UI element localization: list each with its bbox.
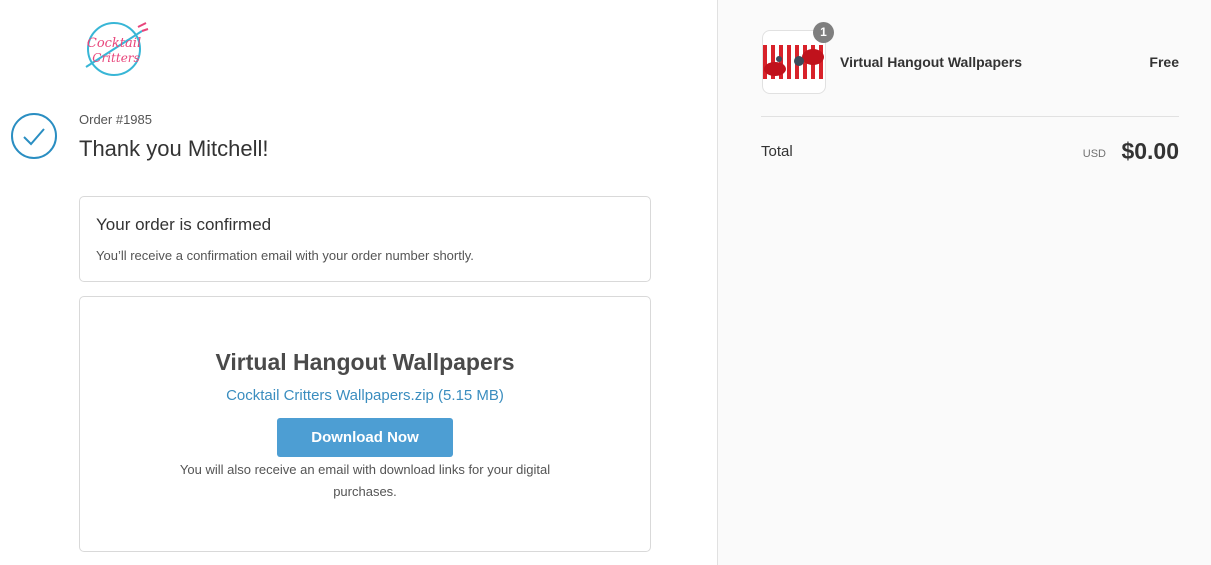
summary-divider	[761, 116, 1179, 117]
download-file-link[interactable]: Cocktail Critters Wallpapers.zip (5.15 M…	[80, 387, 650, 404]
download-product-title: Virtual Hangout Wallpapers	[215, 349, 515, 375]
currency-code: USD	[1082, 148, 1106, 160]
logo-graphic: Cocktail Critters	[85, 22, 149, 76]
summary-product-name: Virtual Hangout Wallpapers	[840, 54, 1023, 70]
order-number: Order #1985	[79, 112, 152, 127]
summary-product-price: Free	[1149, 54, 1179, 70]
download-now-button[interactable]: Download Now	[277, 418, 453, 457]
order-summary-sidebar: 1 Virtual Hangout Wallpapers Free Total …	[717, 0, 1211, 565]
cocktail-critters-logo[interactable]: Cocktail Critters	[76, 17, 152, 81]
logo-text-line1: Cocktail	[87, 36, 141, 51]
product-thumbnail: 1	[762, 22, 834, 94]
total-amount: $0.00	[1121, 138, 1179, 164]
thank-you-heading: Thank you Mitchell!	[79, 136, 269, 161]
check-circle-icon	[10, 112, 58, 160]
logo-text-line2: Critters	[92, 51, 139, 65]
confirmation-message: You’ll receive a confirmation email with…	[96, 248, 474, 263]
total-label: Total	[761, 143, 793, 160]
main-content: Cocktail Critters Order #1985 Thank you …	[0, 0, 717, 565]
digital-download-panel: Virtual Hangout Wallpapers Cocktail Crit…	[79, 296, 651, 552]
order-confirmed-panel: Your order is confirmed You’ll receive a…	[79, 196, 651, 282]
confirmation-title: Your order is confirmed	[96, 215, 272, 234]
download-email-note: You will also receive an email with down…	[179, 462, 551, 499]
quantity-badge: 1	[813, 22, 834, 43]
